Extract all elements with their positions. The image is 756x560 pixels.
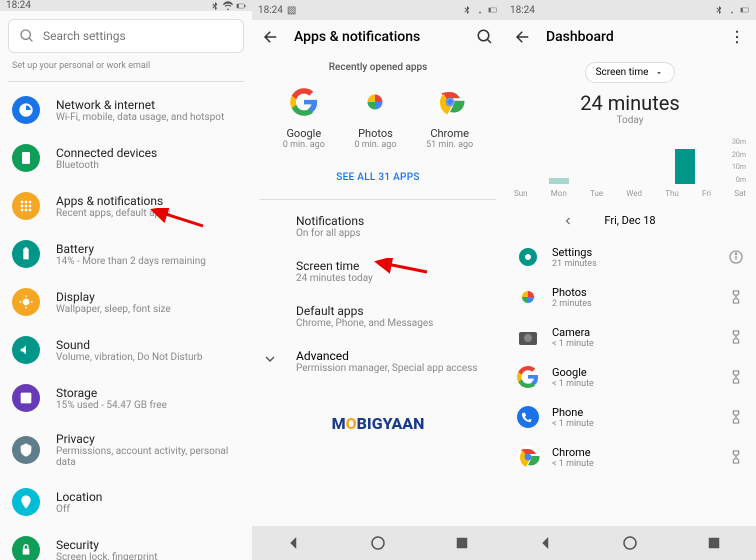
nav-bar (504, 526, 756, 560)
settings-item-privacy[interactable]: PrivacyPermissions, account activity, pe… (0, 422, 252, 478)
recent-apps-header: Recently opened apps (252, 54, 504, 81)
nav-recent-icon[interactable] (705, 534, 723, 552)
watermark: MOBIGYAAN (252, 384, 504, 433)
appbar: Apps & notifications (252, 20, 504, 54)
battery-icon (236, 1, 246, 11)
wifi-icon (223, 1, 233, 11)
more-icon[interactable] (728, 28, 746, 46)
nav-bar (252, 526, 504, 560)
app-icon (516, 445, 540, 469)
usage-row-chrome[interactable]: Chrome< 1 minute (504, 437, 756, 477)
hourglass-icon[interactable] (728, 449, 744, 465)
battery-icon (740, 5, 750, 15)
apps-notifications-pane: 18:24 ▧ Apps & notifications Recently op… (252, 0, 504, 560)
settings-item-sound[interactable]: SoundVolume, vibration, Do Not Disturb (0, 326, 252, 374)
appbar: Dashboard (504, 20, 756, 54)
settings-main-pane: 18:24 Set up your personal or work email… (0, 0, 252, 560)
prev-day-icon[interactable] (562, 215, 574, 227)
nav-back-icon[interactable] (285, 534, 303, 552)
usage-chart: 30m20m10m0m SunMonTueWedThuFriSat (514, 138, 746, 198)
recent-app-chrome[interactable]: Chrome 51 min. ago (426, 87, 473, 150)
setting-icon (12, 536, 40, 560)
settings-item-connected-devices[interactable]: Connected devicesBluetooth (0, 134, 252, 182)
photos-icon (360, 87, 390, 117)
search-icon (19, 28, 35, 44)
wifi-icon (475, 5, 485, 15)
setting-icon (12, 384, 40, 412)
bluetooth-icon (462, 5, 472, 15)
status-bar: 18:24 ▧ (252, 0, 504, 20)
battery-icon (488, 5, 498, 15)
hourglass-icon[interactable] (728, 289, 744, 305)
info-icon[interactable] (728, 249, 744, 265)
settings-item-apps-notifications[interactable]: Apps & notificationsRecent apps, default… (0, 182, 252, 230)
setting-icon (12, 488, 40, 516)
settings-item-battery[interactable]: Battery14% - More than 2 days remaining (0, 230, 252, 278)
setting-icon (12, 144, 40, 172)
date-navigation: Fri, Dec 18 (504, 204, 756, 237)
setting-icon (12, 240, 40, 268)
google-icon (289, 87, 319, 117)
usage-row-settings[interactable]: Settings21 minutes (504, 237, 756, 277)
hourglass-icon[interactable] (728, 409, 744, 425)
page-title: Dashboard (546, 29, 714, 45)
chevron-down-icon (654, 68, 664, 78)
default-apps-item[interactable]: Default apps Chrome, Phone, and Messages (252, 294, 504, 339)
recent-apps-row: Google 0 min. ago Photos 0 min. ago Chro… (252, 81, 504, 160)
usage-row-phone[interactable]: Phone< 1 minute (504, 397, 756, 437)
search-input[interactable] (43, 29, 233, 43)
settings-item-security[interactable]: SecurityScreen lock, fingerprint (0, 526, 252, 560)
settings-item-storage[interactable]: Storage15% used - 54.47 GB free (0, 374, 252, 422)
screen-time-dropdown[interactable]: Screen time (585, 62, 676, 83)
arrow-annotation (372, 258, 432, 282)
total-time: 24 minutes (504, 91, 756, 115)
status-bar: 18:24 (504, 0, 756, 20)
setting-icon (12, 336, 40, 364)
search-settings[interactable] (8, 19, 244, 53)
nav-back-icon[interactable] (537, 534, 555, 552)
bluetooth-icon (714, 5, 724, 15)
hourglass-icon[interactable] (728, 329, 744, 345)
app-icon (516, 405, 540, 429)
usage-list: Settings21 minutesPhotos2 minutesCamera<… (504, 237, 756, 477)
current-date: Fri, Dec 18 (604, 214, 655, 227)
wifi-icon (727, 5, 737, 15)
settings-list: Network & internetWi-Fi, mobile, data us… (0, 86, 252, 560)
arrow-annotation (148, 208, 208, 232)
status-bar: 18:24 (0, 0, 252, 11)
setup-hint: Set up your personal or work email (0, 61, 252, 77)
notifications-item[interactable]: Notifications On for all apps (252, 204, 504, 249)
app-icon (516, 285, 540, 309)
settings-item-display[interactable]: DisplayWallpaper, sleep, font size (0, 278, 252, 326)
nav-home-icon[interactable] (621, 534, 639, 552)
bluetooth-icon (210, 1, 220, 11)
usage-row-camera[interactable]: Camera< 1 minute (504, 317, 756, 357)
hourglass-icon[interactable] (728, 369, 744, 385)
see-all-apps-link[interactable]: SEE ALL 31 APPS (252, 160, 504, 195)
dashboard-pane: 18:24 Dashboard Screen time 24 minutes T… (504, 0, 756, 560)
chevron-down-icon (262, 351, 278, 367)
setting-icon (12, 288, 40, 316)
usage-row-photos[interactable]: Photos2 minutes (504, 277, 756, 317)
setting-icon (12, 436, 40, 464)
app-icon (516, 325, 540, 349)
back-icon[interactable] (514, 28, 532, 46)
recent-app-google[interactable]: Google 0 min. ago (283, 87, 325, 150)
setting-icon (12, 96, 40, 124)
setting-icon (12, 192, 40, 220)
recent-app-photos[interactable]: Photos 0 min. ago (354, 87, 396, 150)
settings-item-location[interactable]: LocationOff (0, 478, 252, 526)
search-icon[interactable] (476, 28, 494, 46)
nav-recent-icon[interactable] (453, 534, 471, 552)
usage-row-google[interactable]: Google< 1 minute (504, 357, 756, 397)
app-icon (516, 245, 540, 269)
today-label: Today (504, 115, 756, 126)
settings-item-network-internet[interactable]: Network & internetWi-Fi, mobile, data us… (0, 86, 252, 134)
app-icon (516, 365, 540, 389)
page-title: Apps & notifications (294, 29, 462, 45)
nav-home-icon[interactable] (369, 534, 387, 552)
advanced-item[interactable]: Advanced Permission manager, Special app… (252, 339, 504, 384)
chrome-icon (435, 87, 465, 117)
back-icon[interactable] (262, 28, 280, 46)
